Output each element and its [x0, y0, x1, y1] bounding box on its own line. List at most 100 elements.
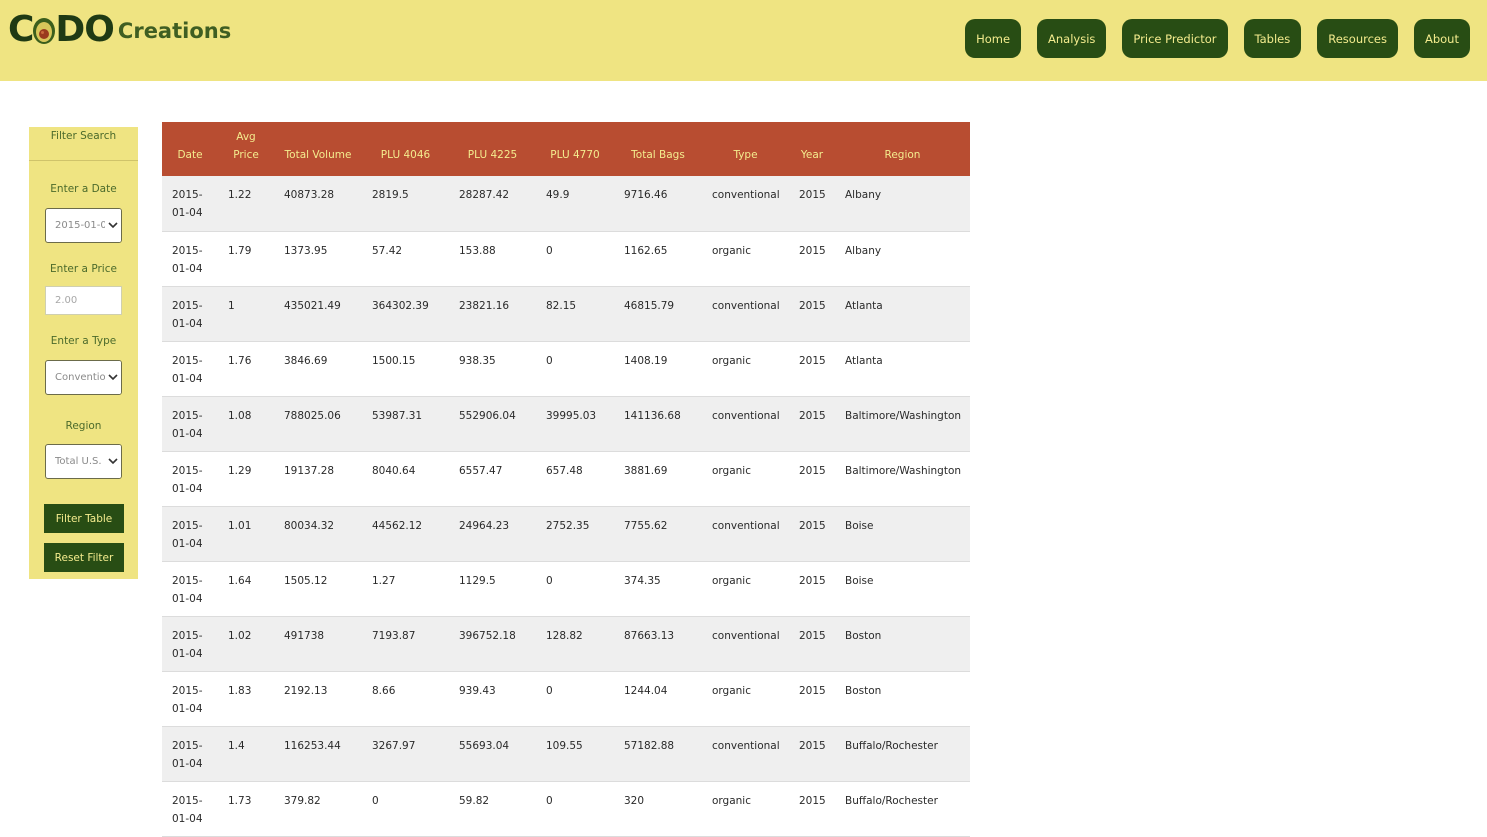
table-cell: 128.82 — [536, 616, 614, 672]
reset-filter-button[interactable]: Reset Filter — [44, 543, 124, 572]
nav-about[interactable]: About — [1413, 19, 1470, 58]
filter-title: Filter Search — [50, 130, 117, 142]
column-header[interactable]: PLU 4225 — [449, 122, 536, 176]
column-header[interactable]: PLU 4046 — [362, 122, 449, 176]
region-select[interactable]: Total U.S. — [45, 444, 122, 479]
table-cell: 49.9 — [536, 176, 614, 232]
table-cell: 8.66 — [362, 671, 449, 727]
table-cell: 2015 — [789, 396, 835, 452]
table-cell: 24964.23 — [449, 506, 536, 562]
date-label: Enter a Date — [50, 183, 117, 195]
table-cell: 2015-01-04 — [162, 176, 218, 232]
table-cell: 1.83 — [218, 671, 274, 727]
main-nav: Home Analysis Price Predictor Tables Res… — [965, 19, 1470, 58]
table-cell: 2015-01-04 — [162, 616, 218, 672]
filter-table-button[interactable]: Filter Table — [44, 504, 124, 533]
table-cell: Boston — [835, 671, 970, 727]
table-cell: 2015 — [789, 176, 835, 232]
table-cell: 1129.5 — [449, 561, 536, 617]
table-cell: organic — [702, 451, 789, 507]
table-cell: 320 — [614, 781, 702, 837]
column-header[interactable]: Total Bags — [614, 122, 702, 176]
table-cell: conventional — [702, 396, 789, 452]
table-cell: Boise — [835, 506, 970, 562]
region-label: Region — [65, 420, 102, 432]
avocado-icon — [33, 18, 56, 44]
price-input[interactable]: 2.00 — [45, 286, 122, 315]
table-cell: 3881.69 — [614, 451, 702, 507]
table-cell: Baltimore/Washington — [835, 396, 970, 452]
column-header[interactable]: Region — [835, 122, 970, 176]
table-row: 2015-01-04 1.4 116253.44 3267.97 55693.04 109… — [162, 726, 970, 782]
table-cell: 39995.03 — [536, 396, 614, 452]
column-header[interactable]: Total Volume — [274, 122, 362, 176]
table-cell: 82.15 — [536, 286, 614, 342]
table-cell: 2015 — [789, 286, 835, 342]
type-select-value: Conventional — [55, 372, 105, 383]
table-cell: 1.22 — [218, 176, 274, 232]
column-header[interactable]: Year — [789, 122, 835, 176]
table-cell: 55693.04 — [449, 726, 536, 782]
table-cell: 2015 — [789, 231, 835, 287]
table-cell: 0 — [362, 781, 449, 837]
table-cell: Albany — [835, 231, 970, 287]
table-cell: 2015-01-04 — [162, 506, 218, 562]
table-row: 2015-01-04 1.22 40873.28 2819.5 28287.42 49.9… — [162, 176, 970, 232]
table-cell: 6557.47 — [449, 451, 536, 507]
table-cell: 28287.42 — [449, 176, 536, 232]
table-row: 2015-01-04 1.08 788025.06 53987.31 552906.04… — [162, 396, 970, 452]
table-cell: organic — [702, 231, 789, 287]
table-cell: 1.73 — [218, 781, 274, 837]
table-cell: 0 — [536, 561, 614, 617]
table-cell: 657.48 — [536, 451, 614, 507]
date-select[interactable]: 2015-01-04 — [45, 208, 122, 243]
price-label: Enter a Price — [50, 263, 117, 275]
table-cell: 3846.69 — [274, 341, 362, 397]
column-header[interactable]: Date — [162, 122, 218, 176]
table-row: 2015-01-04 1.29 19137.28 8040.64 6557.47 657.… — [162, 451, 970, 507]
region-select-value: Total U.S. — [55, 456, 102, 467]
table-cell: 153.88 — [449, 231, 536, 287]
table-cell: 2015 — [789, 561, 835, 617]
table-cell: 2819.5 — [362, 176, 449, 232]
table-cell: 552906.04 — [449, 396, 536, 452]
date-select-value: 2015-01-04 — [55, 220, 105, 231]
table-cell: Baltimore/Washington — [835, 451, 970, 507]
table-cell: 1.4 — [218, 726, 274, 782]
table-cell: 1373.95 — [274, 231, 362, 287]
nav-home[interactable]: Home — [965, 19, 1022, 58]
table-cell: 2015 — [789, 506, 835, 562]
nav-tables[interactable]: Tables — [1243, 19, 1302, 58]
column-header[interactable]: PLU 4770 — [536, 122, 614, 176]
table-body: 2015-01-04 1.22 40873.28 2819.5 28287.42 49.9… — [162, 176, 970, 837]
table-row: 2015-01-04 1 435021.49 364302.39 23821.16 82.… — [162, 286, 970, 342]
table-header-row: Date Avg Price Total Volume PLU 4046 PLU… — [162, 122, 970, 176]
table-cell: 1.27 — [362, 561, 449, 617]
logo-suffix: DO — [55, 8, 114, 50]
table-cell: 2015-01-04 — [162, 341, 218, 397]
chevron-down-icon — [105, 209, 121, 242]
table-cell: 87663.13 — [614, 616, 702, 672]
table-cell: Buffalo/Rochester — [835, 726, 970, 782]
logo-prefix: C — [8, 8, 34, 50]
table-cell: 788025.06 — [274, 396, 362, 452]
table-cell: 1.76 — [218, 341, 274, 397]
column-header[interactable]: Avg Price — [218, 122, 274, 176]
nav-price-predictor[interactable]: Price Predictor — [1122, 19, 1228, 58]
table-cell: 1.01 — [218, 506, 274, 562]
brand-logo[interactable]: C DO Creations — [8, 8, 231, 50]
table-cell: Boise — [835, 561, 970, 617]
table-cell: 23821.16 — [449, 286, 536, 342]
table-cell: conventional — [702, 616, 789, 672]
table-cell: 938.35 — [449, 341, 536, 397]
table-cell: 1.79 — [218, 231, 274, 287]
nav-resources[interactable]: Resources — [1317, 19, 1398, 58]
type-select[interactable]: Conventional — [45, 360, 122, 395]
table-cell: 116253.44 — [274, 726, 362, 782]
nav-analysis[interactable]: Analysis — [1037, 19, 1107, 58]
table-cell: 59.82 — [449, 781, 536, 837]
table-cell: 109.55 — [536, 726, 614, 782]
table-row: 2015-01-04 1.02 491738 7193.87 396752.18 128.… — [162, 616, 970, 672]
column-header[interactable]: Type — [702, 122, 789, 176]
table-row: 2015-01-04 1.73 379.82 0 59.82 0 320 organic 201… — [162, 781, 970, 837]
